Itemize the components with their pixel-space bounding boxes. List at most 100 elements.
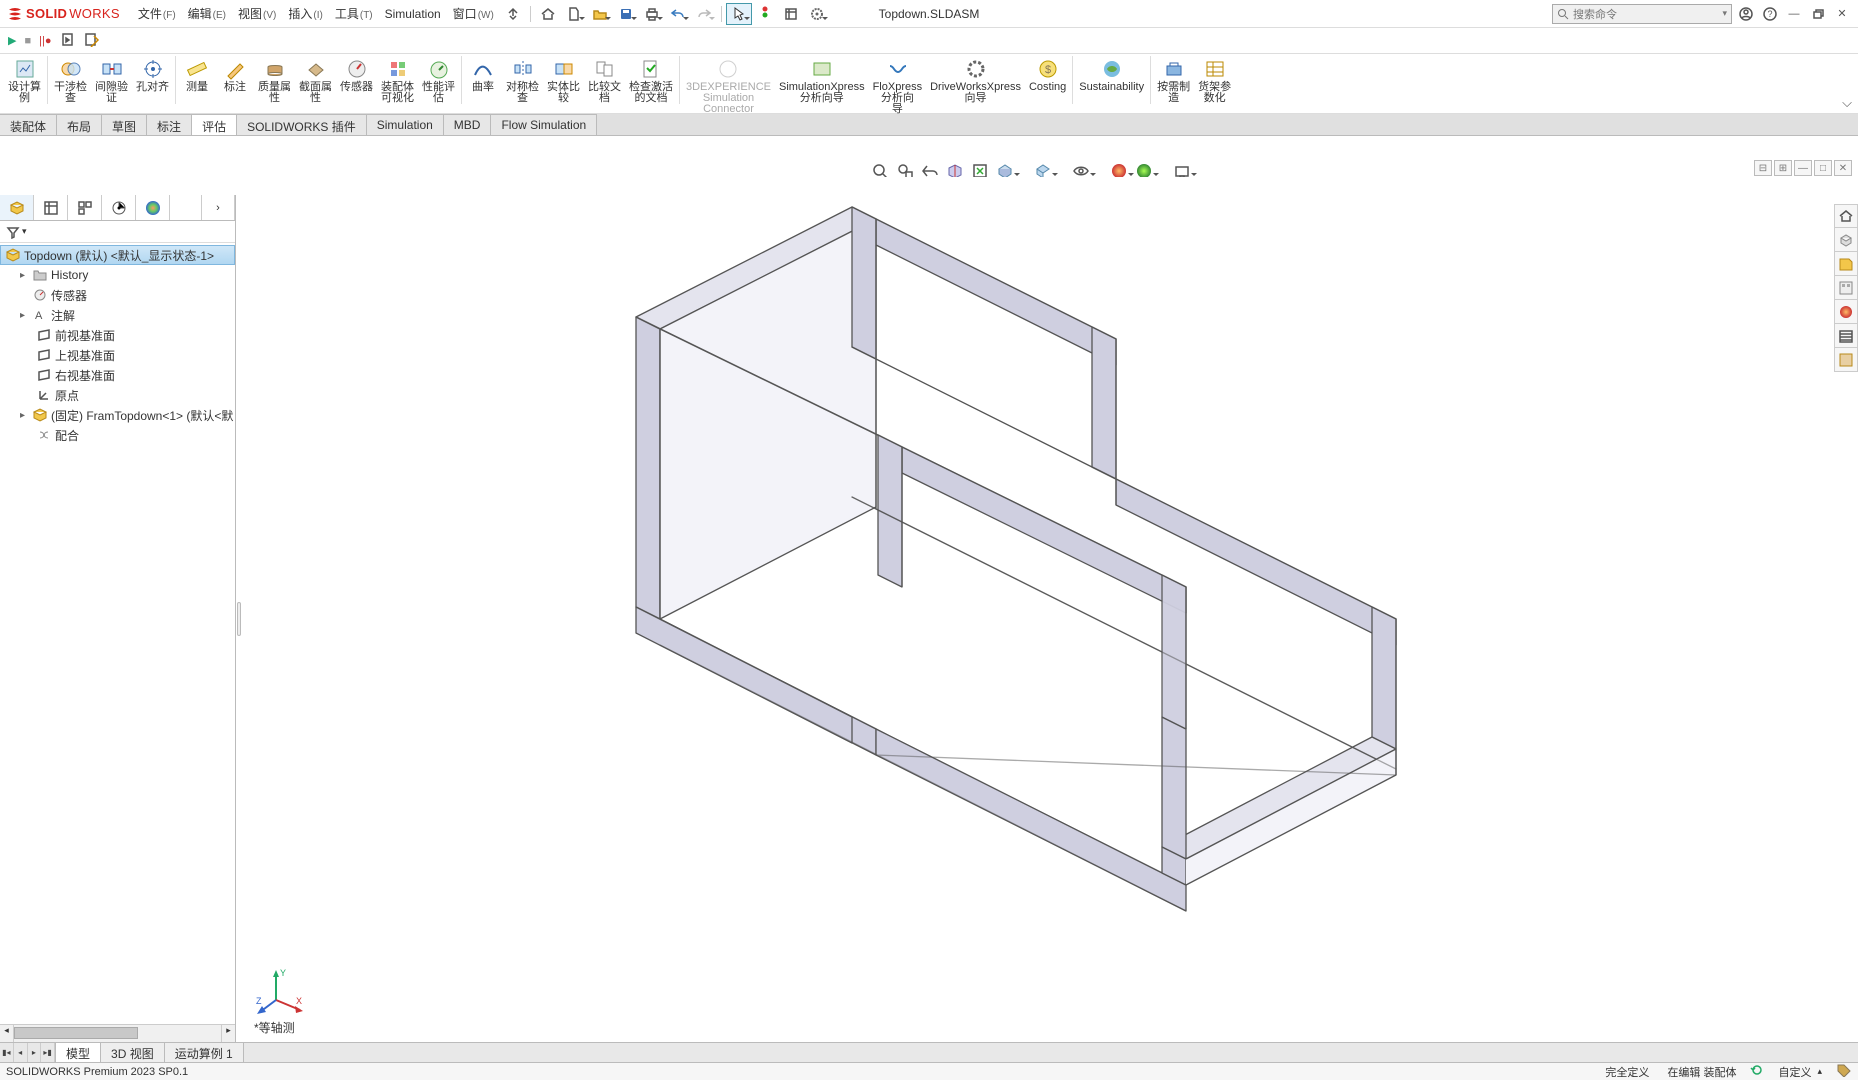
taskpane-resources-icon[interactable] bbox=[1834, 228, 1858, 252]
tree-right-plane[interactable]: 右视基准面 bbox=[0, 365, 235, 385]
symmetry-button[interactable]: 对称检 查 bbox=[504, 56, 541, 105]
menu-file[interactable]: 文件(F) bbox=[132, 2, 182, 25]
fm-expand-icon[interactable]: › bbox=[201, 195, 235, 220]
subwin-close[interactable]: ✕ bbox=[1834, 160, 1852, 176]
interference-button[interactable]: 干涉检 查 bbox=[52, 56, 89, 105]
tree-filter-bar[interactable]: ▾ bbox=[0, 221, 235, 243]
window-minimize[interactable]: — bbox=[1784, 4, 1804, 24]
bottom-tab-motion[interactable]: 运动算例 1 bbox=[165, 1043, 244, 1062]
simxpress-button[interactable]: SimulationXpress 分析向导 bbox=[777, 56, 867, 105]
asm-vis-button[interactable]: 装配体 可视化 bbox=[379, 56, 416, 105]
bottom-tab-model[interactable]: 模型 bbox=[56, 1043, 101, 1062]
taskpane-library-icon[interactable] bbox=[1834, 252, 1858, 276]
tree-history[interactable]: ▸History bbox=[0, 265, 235, 285]
home-icon[interactable] bbox=[535, 3, 561, 25]
new-macro-icon[interactable] bbox=[60, 31, 76, 50]
perf-eval-button[interactable]: 性能评 估 bbox=[420, 56, 457, 105]
costing-button[interactable]: $Costing bbox=[1027, 56, 1068, 94]
taskpane-appearances-icon[interactable] bbox=[1834, 300, 1858, 324]
tab-layout[interactable]: 布局 bbox=[57, 114, 102, 135]
fm-dimxpert-tab-icon[interactable] bbox=[102, 195, 136, 220]
ribbon-expand-icon[interactable]: ⌵ bbox=[1842, 95, 1852, 111]
status-reload-icon[interactable] bbox=[1750, 1063, 1764, 1080]
menu-simulation[interactable]: Simulation bbox=[379, 4, 447, 24]
mass-props-button[interactable]: 质量属 性 bbox=[256, 56, 293, 105]
search-commands-input[interactable]: 搜索命令 ▾ bbox=[1552, 4, 1732, 24]
subwin-minimize[interactable]: — bbox=[1794, 160, 1812, 176]
check-active-button[interactable]: 检查激活 的文档 bbox=[627, 56, 675, 105]
status-tag-icon[interactable] bbox=[1836, 1063, 1852, 1080]
compare-docs-button[interactable]: 比较文 档 bbox=[586, 56, 623, 105]
tab-flowsim[interactable]: Flow Simulation bbox=[491, 114, 597, 135]
tab-sketch[interactable]: 草图 bbox=[102, 114, 147, 135]
tree-top-plane[interactable]: 上视基准面 bbox=[0, 345, 235, 365]
play-icon[interactable]: ▶ bbox=[8, 34, 16, 47]
sustainability-button[interactable]: Sustainability bbox=[1077, 56, 1146, 94]
redo-icon[interactable] bbox=[691, 3, 717, 25]
compare-bodies-button[interactable]: 实体比 较 bbox=[545, 56, 582, 105]
fm-render-tab-icon[interactable] bbox=[136, 195, 170, 220]
tab-simulation[interactable]: Simulation bbox=[367, 114, 444, 135]
window-close[interactable]: ✕ bbox=[1832, 4, 1852, 24]
shelf-param-button[interactable]: 货架参 数化 bbox=[1196, 56, 1233, 105]
menu-view[interactable]: 视图(V) bbox=[232, 2, 282, 25]
floxpress-button[interactable]: FloXpress 分析向 导 bbox=[871, 56, 925, 116]
on-demand-mfg-button[interactable]: 按需制 造 bbox=[1155, 56, 1192, 105]
tree-front-plane[interactable]: 前视基准面 bbox=[0, 325, 235, 345]
taskpane-forum-icon[interactable] bbox=[1834, 348, 1858, 372]
left-panel-scrollbar[interactable]: ◂ ▸ bbox=[0, 1024, 235, 1042]
tree-annotations[interactable]: ▸A注解 bbox=[0, 305, 235, 325]
undo-icon[interactable] bbox=[665, 3, 691, 25]
sensor-button[interactable]: 传感器 bbox=[338, 56, 375, 94]
tab-assembly[interactable]: 装配体 bbox=[0, 114, 57, 135]
clearance-button[interactable]: 间隙验 证 bbox=[93, 56, 130, 105]
tab-markup[interactable]: 标注 bbox=[147, 114, 192, 135]
menu-pin-icon[interactable] bbox=[500, 3, 526, 25]
next-tab-icon[interactable]: ▸ bbox=[28, 1043, 42, 1062]
taskpane-custom-props-icon[interactable] bbox=[1834, 324, 1858, 348]
options-icon[interactable] bbox=[778, 3, 804, 25]
new-icon[interactable] bbox=[561, 3, 587, 25]
user-account-icon[interactable] bbox=[1736, 4, 1756, 24]
settings-gear-icon[interactable] bbox=[804, 3, 830, 25]
traffic-light-icon[interactable] bbox=[752, 3, 778, 25]
tab-addins[interactable]: SOLIDWORKS 插件 bbox=[237, 114, 367, 135]
record-pause-icon[interactable]: ||● bbox=[39, 35, 51, 47]
menu-edit[interactable]: 编辑(E) bbox=[182, 2, 232, 25]
fm-config-tab-icon[interactable] bbox=[68, 195, 102, 220]
subwin-collapse-icon[interactable]: ⊟ bbox=[1754, 160, 1772, 176]
print-icon[interactable] bbox=[639, 3, 665, 25]
design-study-button[interactable]: 设计算 例 bbox=[6, 56, 43, 105]
tree-sensors[interactable]: 传感器 bbox=[0, 285, 235, 305]
taskpane-home-icon[interactable] bbox=[1834, 204, 1858, 228]
prev-tab-icon[interactable]: ◂ bbox=[14, 1043, 28, 1062]
fm-prop-tab-icon[interactable] bbox=[34, 195, 68, 220]
menu-window[interactable]: 窗口(W) bbox=[447, 2, 500, 25]
tree-root[interactable]: Topdown (默认) <默认_显示状态-1> bbox=[0, 245, 235, 265]
stop-icon[interactable]: ■ bbox=[24, 35, 31, 47]
curvature-button[interactable]: 曲率 bbox=[466, 56, 500, 94]
hole-align-button[interactable]: 孔对齐 bbox=[134, 56, 171, 94]
menu-tools[interactable]: 工具(T) bbox=[329, 2, 379, 25]
driveworks-button[interactable]: DriveWorksXpress 向导 bbox=[928, 56, 1023, 105]
tab-mbd[interactable]: MBD bbox=[444, 114, 492, 135]
tab-evaluate[interactable]: 评估 bbox=[192, 114, 237, 135]
open-icon[interactable] bbox=[587, 3, 613, 25]
graphics-viewport[interactable]: Y X Z *等轴测 bbox=[242, 177, 1834, 1042]
subwin-restore[interactable]: □ bbox=[1814, 160, 1832, 176]
menu-insert[interactable]: 插入(I) bbox=[282, 2, 328, 25]
save-icon[interactable] bbox=[613, 3, 639, 25]
markup-button[interactable]: 标注 bbox=[218, 56, 252, 94]
tree-component[interactable]: ▸(固定) FramTopdown<1> (默认<默 bbox=[0, 405, 235, 425]
last-tab-icon[interactable]: ▸▮ bbox=[41, 1043, 55, 1062]
bottom-tab-3dview[interactable]: 3D 视图 bbox=[101, 1043, 165, 1062]
section-props-button[interactable]: 截面属 性 bbox=[297, 56, 334, 105]
first-tab-icon[interactable]: ▮◂ bbox=[0, 1043, 14, 1062]
status-custom[interactable]: 自定义 bbox=[1778, 1064, 1811, 1080]
edit-macro-icon[interactable] bbox=[84, 31, 100, 50]
tree-mates[interactable]: 配合 bbox=[0, 425, 235, 445]
fm-tree-tab-icon[interactable] bbox=[0, 195, 34, 220]
measure-button[interactable]: 测量 bbox=[180, 56, 214, 94]
subwin-expand-icon[interactable]: ⊞ bbox=[1774, 160, 1792, 176]
taskpane-view-palette-icon[interactable] bbox=[1834, 276, 1858, 300]
